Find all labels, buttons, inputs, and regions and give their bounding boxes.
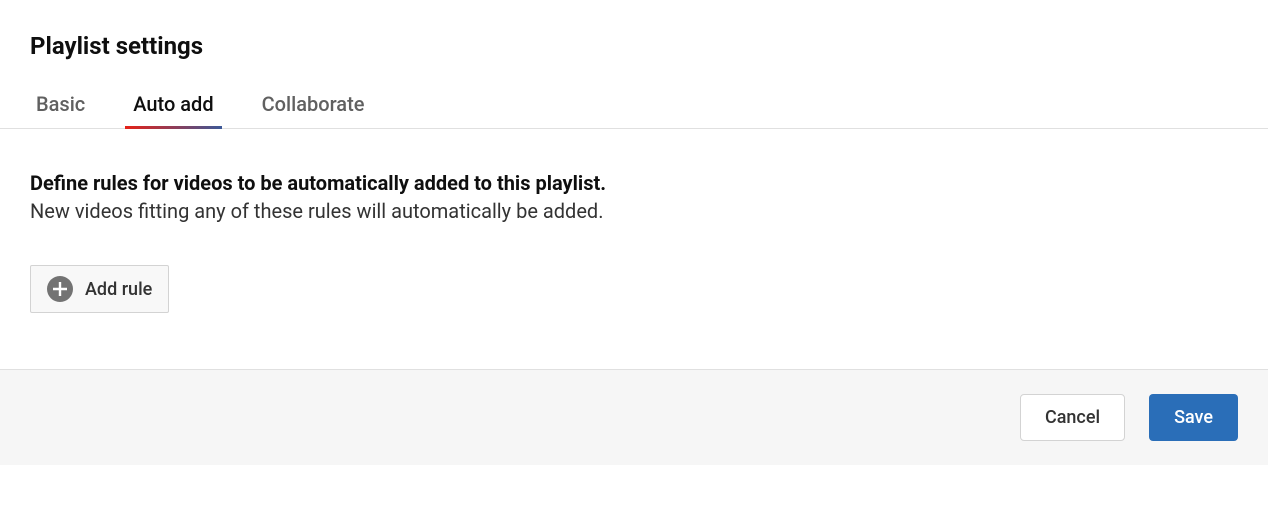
- plus-circle-icon: [47, 276, 73, 302]
- cancel-button[interactable]: Cancel: [1020, 394, 1125, 441]
- tab-content-auto-add: Define rules for videos to be automatica…: [0, 129, 1268, 369]
- tab-collaborate[interactable]: Collaborate: [262, 92, 365, 128]
- add-rule-label: Add rule: [85, 279, 152, 300]
- tab-auto-add[interactable]: Auto add: [133, 92, 213, 128]
- header: Playlist settings Basic Auto add Collabo…: [0, 0, 1268, 128]
- description-subtitle: New videos fitting any of these rules wi…: [30, 197, 1238, 225]
- page-title: Playlist settings: [30, 32, 1238, 60]
- description-title: Define rules for videos to be automatica…: [30, 169, 1238, 197]
- add-rule-button[interactable]: Add rule: [30, 265, 169, 313]
- tabs: Basic Auto add Collaborate: [30, 92, 1238, 128]
- save-button[interactable]: Save: [1149, 394, 1238, 441]
- tab-basic[interactable]: Basic: [36, 92, 85, 128]
- dialog-footer: Cancel Save: [0, 369, 1268, 465]
